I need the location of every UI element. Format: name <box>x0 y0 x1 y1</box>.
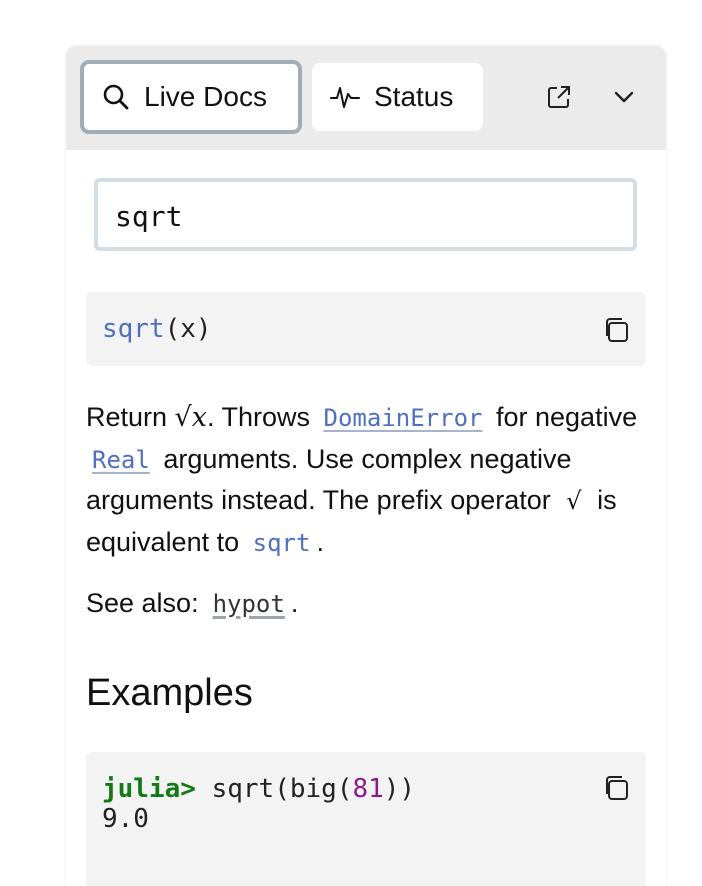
copy-icon[interactable] <box>602 316 630 344</box>
activity-icon <box>330 87 360 108</box>
examples-heading: Examples <box>86 672 253 714</box>
tab-live-docs-label: Live Docs <box>144 81 267 112</box>
link-hypot[interactable]: hypot <box>199 590 291 618</box>
signature-function: sqrt <box>102 314 165 344</box>
docs-panel: Live Docs Status sqrt sqrt(x) Return √x.… <box>66 46 666 886</box>
example-output: 9.0 <box>102 804 149 834</box>
external-link-icon <box>548 86 570 108</box>
copy-icon[interactable] <box>602 774 630 802</box>
open-external-button[interactable] <box>544 82 574 112</box>
doc-text: arguments. Use complex negative argument… <box>86 443 572 516</box>
signature-code-block: sqrt(x) <box>86 292 646 366</box>
collapse-button[interactable] <box>609 82 639 112</box>
julia-prompt: julia> <box>102 774 196 804</box>
doc-description: Return √x. Throws DomainError for negati… <box>86 397 646 563</box>
doc-text: Return <box>86 402 175 432</box>
signature-args: (x) <box>164 314 212 344</box>
math-sqrt-x: √x <box>174 402 207 433</box>
link-domain-error[interactable]: DomainError <box>318 404 489 432</box>
tab-status[interactable]: Status <box>312 63 483 131</box>
see-also-end: . <box>290 588 299 618</box>
search-input[interactable]: sqrt <box>94 178 637 251</box>
example-code-block: julia> sqrt(big(81)) 9.0 <box>86 752 646 886</box>
doc-text: . <box>316 526 324 557</box>
link-real[interactable]: Real <box>86 446 156 474</box>
search-input-value: sqrt <box>115 200 183 233</box>
tab-live-docs[interactable]: Live Docs <box>80 60 302 134</box>
inline-code-sqrt: sqrt <box>252 528 311 557</box>
example-number: 81 <box>352 774 384 804</box>
doc-text: . Throws <box>206 402 311 432</box>
example-code-end: )) <box>383 774 416 804</box>
radical-symbol: √ <box>566 487 582 515</box>
search-icon <box>103 84 129 110</box>
tab-bar: Live Docs Status <box>66 46 666 150</box>
example-code: sqrt(big( <box>195 774 353 804</box>
see-also-label: See also: <box>86 588 199 618</box>
example-input-line: julia> sqrt(big(81)) <box>102 774 646 804</box>
tab-status-label: Status <box>374 81 454 112</box>
chevron-down-icon <box>614 91 634 103</box>
see-also: See also: hypot. <box>86 588 298 619</box>
doc-text: for negative <box>496 402 638 432</box>
